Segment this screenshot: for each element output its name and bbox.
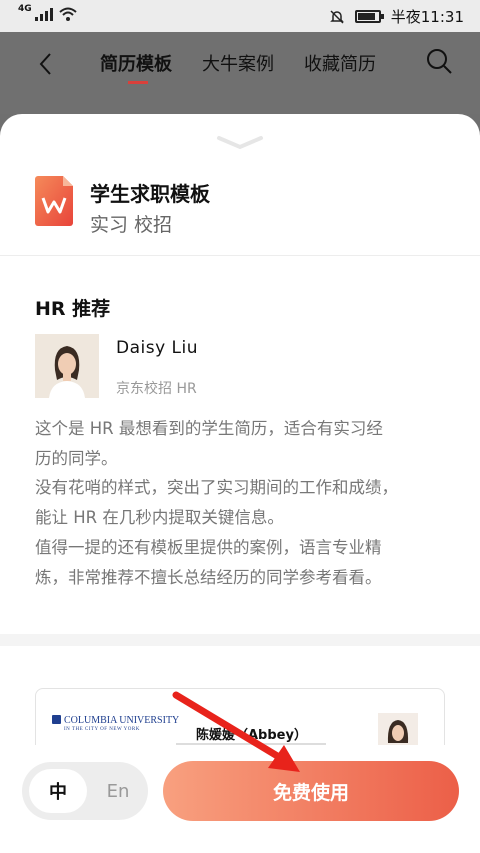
template-title: 学生求职模板 <box>90 182 210 206</box>
language-toggle[interactable]: 中 En <box>22 762 148 820</box>
hr-recommendation-text: 这个是 HR 最想看到的学生简历，适合有实习经 历的同学。 没有花哨的样式，突出… <box>35 414 450 592</box>
template-detail-sheet: 学生求职模板 实习 校招 HR 推荐 Daisy Liu 京东校招 HR 这个是… <box>0 114 480 853</box>
app-header: 简历模板 大牛案例 收藏简历 <box>0 32 480 114</box>
hr-section-title: HR 推荐 <box>35 298 111 320</box>
clock: 半夜11:31 <box>390 8 464 26</box>
desc-line: 这个是 HR 最想看到的学生简历，适合有实习经 <box>35 419 383 438</box>
search-icon[interactable] <box>424 46 454 76</box>
divider <box>0 255 480 256</box>
tab-bar: 简历模板 大牛案例 收藏简历 <box>100 50 376 84</box>
mute-bell-icon <box>329 9 344 24</box>
chevron-down-icon[interactable] <box>215 132 265 152</box>
university-name: COLUMBIA UNIVERSITY <box>64 715 180 726</box>
tab-saved-resumes[interactable]: 收藏简历 <box>304 50 376 76</box>
hr-company: 京东校招 HR <box>116 381 197 397</box>
hr-name: Daisy Liu <box>116 338 199 358</box>
back-arrow-icon[interactable] <box>30 46 66 82</box>
lang-option-en[interactable]: En <box>92 769 144 813</box>
tab-expert-cases[interactable]: 大牛案例 <box>202 50 274 76</box>
lang-option-zh[interactable]: 中 <box>29 769 87 813</box>
signal-icon <box>34 7 53 21</box>
battery-icon <box>354 10 384 23</box>
university-subtitle: IN THE CITY OF NEW YORK <box>64 727 140 732</box>
desc-line: 值得一提的还有模板里提供的案例，语言专业精 <box>35 537 382 557</box>
desc-line: 能让 HR 在几秒内提取关键信息。 <box>35 508 284 528</box>
network-type: 4G <box>18 4 32 14</box>
tab-resume-templates[interactable]: 简历模板 <box>100 50 172 84</box>
free-use-button[interactable]: 免费使用 <box>163 761 459 821</box>
section-separator <box>0 634 480 646</box>
desc-line: 没有花哨的样式，突出了实习期间的工作和成绩， <box>35 478 398 498</box>
desc-line: 历的同学。 <box>35 448 118 468</box>
avatar <box>35 334 99 398</box>
crest-icon <box>52 715 61 724</box>
wifi-icon <box>58 7 77 21</box>
resume-name: 陈媛媛（Abbey） <box>196 728 307 743</box>
bottom-action-bar: 中 En 免费使用 <box>0 745 480 853</box>
template-tags: 实习 校招 <box>90 214 173 236</box>
status-bar: 4G 半夜11:31 <box>0 0 480 32</box>
university-logo: COLUMBIA UNIVERSITY IN THE CITY OF NEW Y… <box>52 715 179 732</box>
wps-w-icon <box>35 176 73 226</box>
desc-line: 炼，非常推荐不擅长总结经历的同学参考看看。 <box>35 567 382 587</box>
